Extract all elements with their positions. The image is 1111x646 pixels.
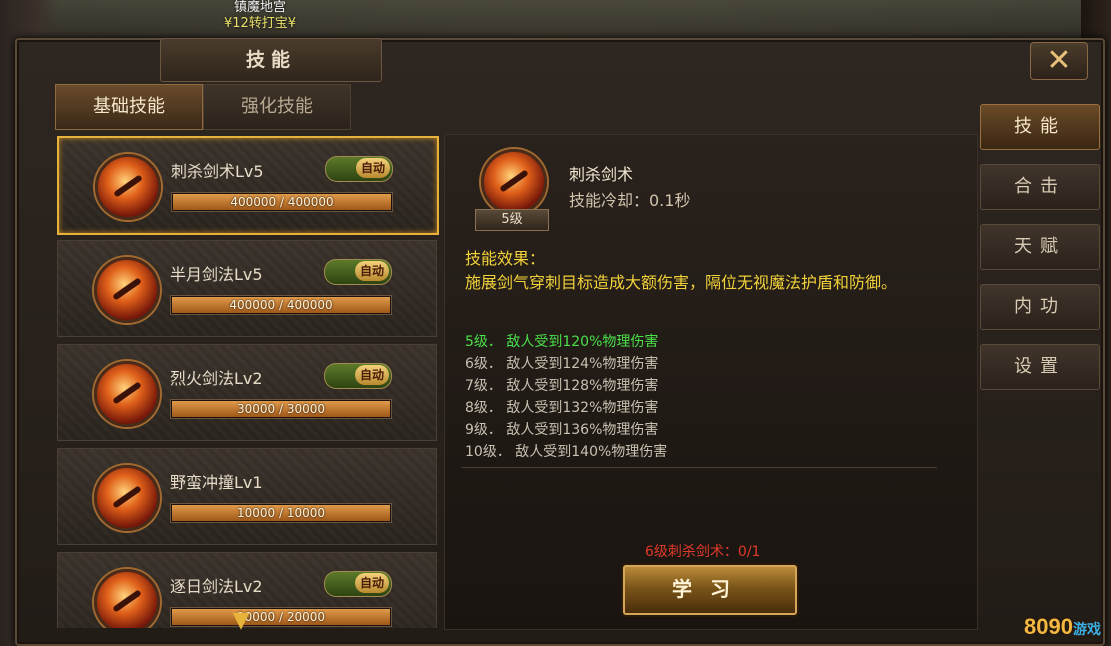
auto-cast-toggle[interactable]: 自动: [324, 259, 392, 285]
site-watermark-logo: 8090游戏: [1024, 614, 1101, 639]
stab-sword-skill-icon: [95, 154, 161, 220]
skill-name: 刺杀剑术Lv5: [171, 162, 264, 181]
skill-detail-panel: 5级 刺杀剑术 技能冷却：0.1秒 技能效果： 施展剑气穿刺目标造成大额伤害，隔…: [444, 134, 978, 630]
skill-card-stab-sword[interactable]: 刺杀剑术Lv5 自动 400000 / 400000: [57, 136, 439, 235]
skill-exp-bar: 10000 / 10000: [170, 503, 392, 523]
auto-toggle-label: 自动: [355, 573, 389, 593]
skill-name: 烈火剑法Lv2: [170, 369, 263, 388]
skill-exp-bar: 400000 / 400000: [170, 295, 392, 315]
skill-exp-text: 400000 / 400000: [229, 298, 333, 312]
effect-description: 施展剑气穿刺目标造成大额伤害，隔位无视魔法护盾和防御。: [465, 273, 898, 292]
sun-chase-skill-icon: [94, 569, 160, 628]
level-effect-row: 6级． 敌人受到124%物理伤害: [465, 356, 659, 372]
skill-card-fire-sword[interactable]: 烈火剑法Lv2 自动 30000 / 30000: [57, 344, 437, 441]
skill-list: 刺杀剑术Lv5 自动 400000 / 400000 半月剑法Lv5 自动 40…: [55, 134, 439, 628]
side-tab-talent[interactable]: 天赋: [980, 224, 1100, 270]
skill-category-tabs: 基础技能 强化技能: [55, 84, 351, 130]
skill-exp-bar: 30000 / 30000: [170, 399, 392, 419]
stab-sword-skill-icon: [481, 149, 547, 215]
skill-exp-bar: 400000 / 400000: [171, 192, 393, 212]
level-effect-row: 10级． 敌人受到140%物理伤害: [465, 444, 668, 460]
fire-sword-skill-icon: [94, 361, 160, 427]
side-tab-combo[interactable]: 合击: [980, 164, 1100, 210]
side-tab-inner-power[interactable]: 内功: [980, 284, 1100, 330]
skill-name: 半月剑法Lv5: [170, 265, 263, 284]
auto-toggle-label: 自动: [355, 365, 389, 385]
skill-exp-text: 400000 / 400000: [230, 195, 334, 209]
scroll-down-arrow-icon[interactable]: ▼: [228, 610, 254, 632]
level-effect-row: 9级． 敌人受到136%物理伤害: [465, 422, 659, 438]
savage-charge-skill-icon: [94, 465, 160, 531]
effect-title: 技能效果：: [465, 249, 546, 268]
skill-exp-text: 10000 / 10000: [236, 506, 326, 520]
skill-exp-bar: 20000 / 20000: [170, 607, 392, 627]
skill-detail-name: 刺杀剑术: [569, 165, 634, 184]
level-effect-row: 7级． 敌人受到128%物理伤害: [465, 378, 659, 394]
close-button[interactable]: ✕: [1030, 42, 1088, 80]
learn-button[interactable]: 学习: [623, 565, 797, 615]
level-effects-list: 5级． 敌人受到120%物理伤害 6级． 敌人受到124%物理伤害 7级． 敌人…: [465, 331, 667, 463]
side-tab-settings[interactable]: 设置: [980, 344, 1100, 390]
skill-name: 野蛮冲撞Lv1: [170, 473, 263, 492]
learn-requirement: 6级刺杀剑术：0/1: [645, 544, 761, 560]
side-tab-skills[interactable]: 技能: [980, 104, 1100, 150]
auto-toggle-label: 自动: [356, 158, 390, 178]
auto-cast-toggle[interactable]: 自动: [325, 156, 393, 182]
close-x-icon: ✕: [1046, 43, 1072, 78]
map-name-label: 镇魔地宫 ¥12转打宝¥: [223, 0, 297, 31]
half-moon-skill-icon: [94, 257, 160, 323]
tab-enhanced-skills[interactable]: 强化技能: [203, 84, 351, 130]
skill-card-savage-charge[interactable]: 野蛮冲撞Lv1 10000 / 10000: [57, 448, 437, 545]
skill-exp-text: 20000 / 20000: [236, 610, 326, 624]
skill-cooldown: 技能冷却：0.1秒: [569, 191, 691, 210]
auto-cast-toggle[interactable]: 自动: [324, 571, 392, 597]
skill-level-badge: 5级: [475, 209, 549, 231]
game-scene-top: [0, 0, 1111, 40]
auto-cast-toggle[interactable]: 自动: [324, 363, 392, 389]
skill-card-half-moon[interactable]: 半月剑法Lv5 自动 400000 / 400000: [57, 240, 437, 337]
level-effect-row: 8级． 敌人受到132%物理伤害: [465, 400, 659, 416]
level-effect-row: 5级． 敌人受到120%物理伤害: [465, 334, 659, 350]
skill-exp-text: 30000 / 30000: [236, 402, 326, 416]
window-title: 技能: [160, 38, 382, 82]
divider: [461, 467, 937, 468]
tab-basic-skills[interactable]: 基础技能: [55, 84, 203, 130]
auto-toggle-label: 自动: [355, 261, 389, 281]
skill-name: 逐日剑法Lv2: [170, 577, 263, 596]
